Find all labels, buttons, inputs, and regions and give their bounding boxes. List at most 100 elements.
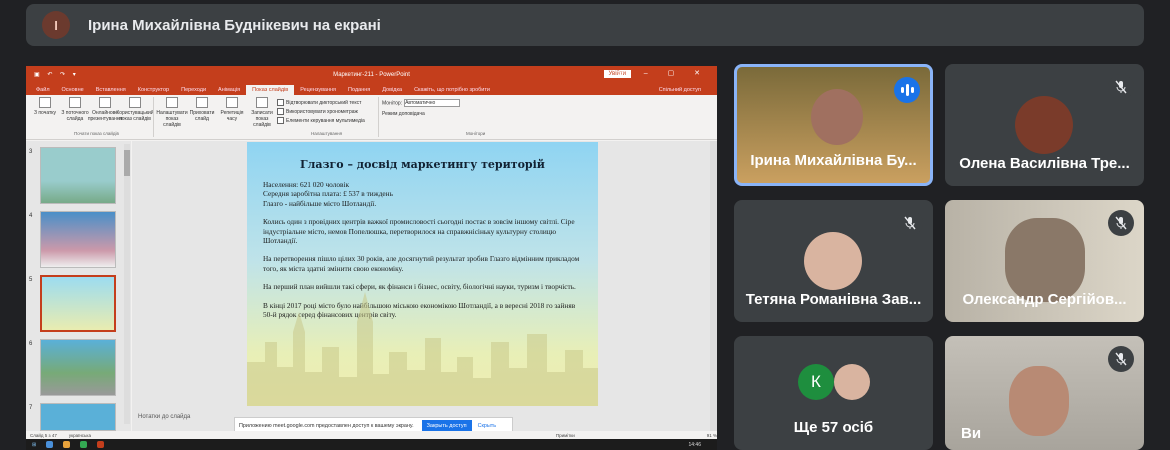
setup-icon — [166, 97, 178, 108]
city-skyline-silhouette — [247, 292, 598, 406]
presenter-avatar: І — [42, 11, 70, 39]
ribbon-tab[interactable]: Основне — [56, 87, 90, 95]
ribbon-tab[interactable]: Скажіть, що потрібно зробити — [408, 87, 496, 95]
presenter-view-checkbox[interactable]: Режим доповідача — [382, 111, 460, 117]
participant-tile[interactable]: Тетяна Романівна Зав... — [734, 200, 933, 322]
slide-thumbnail[interactable] — [40, 339, 116, 396]
ribbon-tab[interactable]: Вставлення — [90, 87, 132, 95]
participant-avatar — [834, 364, 870, 400]
ribbon-tab[interactable]: Файл — [30, 87, 56, 95]
participant-tile[interactable]: Олена Василівна Тре... — [945, 64, 1144, 186]
notes-placeholder[interactable]: Нотатки до слайда — [138, 414, 190, 420]
shared-screen: ▣ ↶ ↷ ▾ Маркетинг-211 - PowerPoint Увійт… — [26, 66, 717, 450]
slide-number: 3 — [29, 149, 33, 155]
speaking-indicator-icon — [894, 77, 920, 103]
hide-slide-button[interactable]: Приховати слайд — [187, 97, 217, 137]
meet-window: І Ірина Михайлівна Буднікевич на екрані … — [0, 0, 1170, 450]
slideshow-current-icon — [69, 97, 81, 108]
timer-icon — [226, 97, 238, 108]
window-controls[interactable]: ▭ – ▢ ✕ — [617, 69, 709, 77]
self-tile[interactable]: Ви — [945, 336, 1144, 450]
editor-scrollbar[interactable] — [710, 141, 717, 431]
participant-video — [811, 89, 863, 145]
ppt-ribbon-tabs: Файл Основне Вставлення Конструктор Переходи… — [26, 83, 717, 95]
checkbox-narration[interactable]: Відтворювати дикторський текст — [277, 99, 375, 106]
group-label-setup: Налаштування — [311, 131, 343, 136]
mic-off-icon — [897, 210, 923, 236]
slide-counter: Слайд 5 з 47 — [30, 432, 57, 438]
zoom-level[interactable]: 91 % — [707, 433, 717, 438]
ribbon-divider — [378, 97, 379, 137]
slide-thumbnail-selected[interactable] — [40, 275, 116, 332]
powerpoint-icon[interactable] — [97, 441, 105, 448]
participant-video — [1005, 218, 1085, 302]
presenter-banner: І Ірина Михайлівна Буднікевич на екрані — [26, 4, 1144, 46]
share-button[interactable]: Спільний доступ — [653, 87, 707, 95]
hide-notice-button[interactable]: Скрыть — [478, 423, 496, 429]
thumbnails-scrollbar[interactable] — [124, 144, 130, 424]
group-label-start: Почати показ слайдів — [74, 131, 119, 136]
participant-initial-avatar: К — [798, 364, 834, 400]
share-notice-text: Приложению meet.google.com предоставлен … — [239, 423, 414, 429]
hide-slide-icon — [196, 97, 208, 108]
participant-avatar — [804, 232, 862, 290]
from-beginning-button[interactable]: З початку — [30, 97, 60, 137]
monitor-label: Монітор: — [382, 100, 403, 107]
explorer-icon[interactable] — [63, 441, 71, 448]
slideshow-icon — [39, 97, 51, 108]
ribbon-tab[interactable]: Довідка — [376, 87, 408, 95]
participant-name: Ірина Михайлівна Бу... — [750, 152, 917, 169]
rehearse-button[interactable]: Репетиція часу — [217, 97, 247, 137]
slide-thumbnail[interactable] — [40, 147, 116, 204]
monitor-group: Монітор: Автоматично Режим доповідача — [382, 97, 461, 137]
record-show-button[interactable]: Записати показ слайдів — [247, 97, 277, 137]
self-name: Ви — [961, 425, 982, 442]
ppt-ribbon: З початку З поточного слайда Онлайнове п… — [26, 95, 717, 140]
slide-number: 5 — [29, 277, 33, 283]
taskbar-clock: 14:46 — [688, 441, 701, 448]
online-icon — [99, 97, 111, 108]
participant-name: Тетяна Романівна Зав... — [745, 291, 922, 308]
slide-thumbnail[interactable] — [40, 211, 116, 268]
ribbon-tab[interactable]: Показ слайдів — [246, 85, 295, 95]
mic-off-icon — [1108, 346, 1134, 372]
slide-number: 7 — [29, 405, 33, 411]
mic-off-icon — [1108, 210, 1134, 236]
monitor-select[interactable]: Автоматично — [404, 99, 461, 107]
participant-tile[interactable]: Олександр Сергійов... — [945, 200, 1144, 322]
participant-tile-speaking[interactable]: Ірина Михайлівна Бу... — [734, 64, 933, 186]
custom-show-button[interactable]: Користувацький показ слайдів — [116, 97, 154, 137]
chrome-icon[interactable] — [80, 441, 88, 448]
participant-name: Олександр Сергійов... — [962, 291, 1127, 308]
more-participants-tile[interactable]: К Ще 57 осіб — [734, 336, 933, 450]
checkbox-timings[interactable]: Використовувати хронометраж — [277, 108, 375, 115]
checkbox-media-controls[interactable]: Елементи керування мультимедіа — [277, 117, 375, 124]
mic-off-icon — [1108, 74, 1134, 100]
participant-name: Олена Василівна Тре... — [959, 155, 1130, 172]
ribbon-tab[interactable]: Анімація — [212, 87, 246, 95]
language-indicator[interactable]: українська — [69, 433, 91, 438]
participant-avatar — [1015, 96, 1073, 154]
more-participants-label: Ще 57 осіб — [793, 419, 874, 436]
setup-show-button[interactable]: Налаштувати показ слайдів — [156, 97, 188, 137]
custom-show-icon — [129, 97, 141, 108]
ribbon-divider — [153, 97, 154, 137]
slide-thumbnails-pane: 3 4 5 6 7 — [26, 141, 131, 431]
ribbon-tab[interactable]: Конструктор — [132, 87, 175, 95]
ribbon-tab[interactable]: Подання — [342, 87, 376, 95]
windows-start-icon[interactable]: ⊞ — [32, 442, 36, 448]
ribbon-tab[interactable]: Переходи — [175, 87, 212, 95]
windows-taskbar: ⊞ 14:46 — [26, 439, 717, 450]
current-slide: Глазго – досвід маркетингу територій Нас… — [247, 142, 598, 406]
ribbon-tab[interactable]: Рецензування — [294, 87, 342, 95]
slide-thumbnail[interactable] — [40, 403, 116, 431]
record-icon — [256, 97, 268, 108]
search-icon[interactable] — [46, 441, 54, 448]
ppt-status-bar: Слайд 5 з 47 українська Примітки 91 % — [26, 431, 717, 439]
slide-number: 6 — [29, 341, 33, 347]
notes-button[interactable]: Примітки — [556, 433, 575, 438]
presenter-banner-text: Ірина Михайлівна Буднікевич на екрані — [88, 16, 381, 34]
group-label-monitors: Монітори — [466, 131, 486, 136]
ppt-title-bar: ▣ ↶ ↷ ▾ Маркетинг-211 - PowerPoint Увійт… — [26, 66, 717, 83]
slide-number: 4 — [29, 213, 33, 219]
